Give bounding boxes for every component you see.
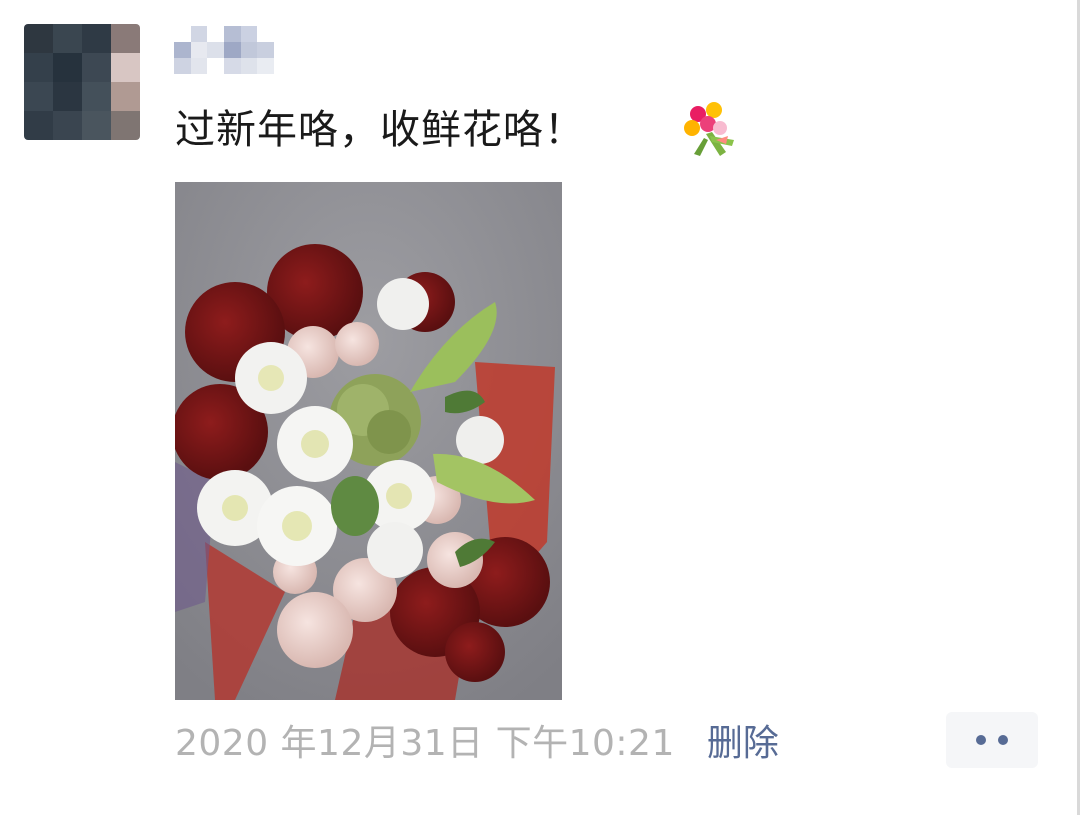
avatar[interactable] — [24, 24, 140, 140]
moments-post: 过新年咯，收鲜花咯！ 2020 年12月31日 下午10:21 删除 — [0, 0, 1080, 815]
more-dots-icon — [976, 735, 986, 745]
bouquet-emoji-icon — [684, 102, 734, 156]
delete-link[interactable]: 删除 — [707, 714, 779, 766]
bouquet-illustration — [175, 182, 562, 700]
more-dots-icon — [998, 735, 1008, 745]
post-timestamp: 2020 年12月31日 下午10:21 — [175, 723, 675, 764]
post-meta-row: 2020 年12月31日 下午10:21 删除 — [175, 712, 779, 768]
more-button[interactable] — [946, 712, 1038, 768]
bouquet-photo[interactable] — [175, 182, 562, 700]
post-text: 过新年咯，收鲜花咯！ — [175, 107, 585, 153]
username[interactable] — [174, 26, 274, 74]
